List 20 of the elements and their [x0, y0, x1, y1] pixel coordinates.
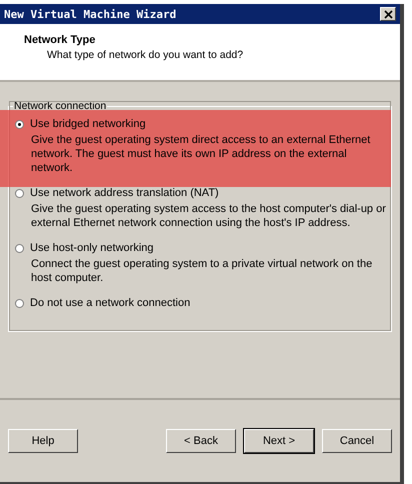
page-subtitle: What type of network do you want to add? — [46, 49, 244, 61]
radio-button[interactable] — [15, 298, 24, 308]
option-label[interactable]: Use host-only networking — [30, 242, 154, 254]
option-label[interactable]: Use bridged networking — [30, 118, 146, 130]
option-description: Give the guest operating system access to the host computer's dial-up or external Ethernet network connection using the host's IP address. — [30, 202, 387, 230]
dialog-button[interactable]: Help — [8, 429, 78, 453]
page-title: Network Type — [24, 34, 96, 46]
option-description: Connect the guest operating system to a private virtual network on the host computer. — [30, 257, 374, 285]
dialog-button[interactable]: Next > — [244, 429, 314, 453]
close-button[interactable] — [380, 7, 396, 21]
group-label: Network connection — [13, 100, 108, 112]
window-title: New Virtual Machine Wizard — [4, 8, 176, 20]
radio-button[interactable] — [15, 244, 24, 252]
option-description: Give the guest operating system direct access to an external Ethernet network. The guest must have its own IP address on the external network. — [30, 133, 372, 175]
option-label[interactable]: Use network address translation (NAT) — [30, 187, 219, 199]
option-label[interactable]: Do not use a network connection — [30, 297, 190, 309]
radio-button[interactable] — [15, 188, 24, 198]
dialog-button[interactable]: < Back — [166, 429, 236, 453]
dialog-button[interactable]: Cancel — [322, 429, 392, 453]
close-icon — [384, 10, 392, 18]
